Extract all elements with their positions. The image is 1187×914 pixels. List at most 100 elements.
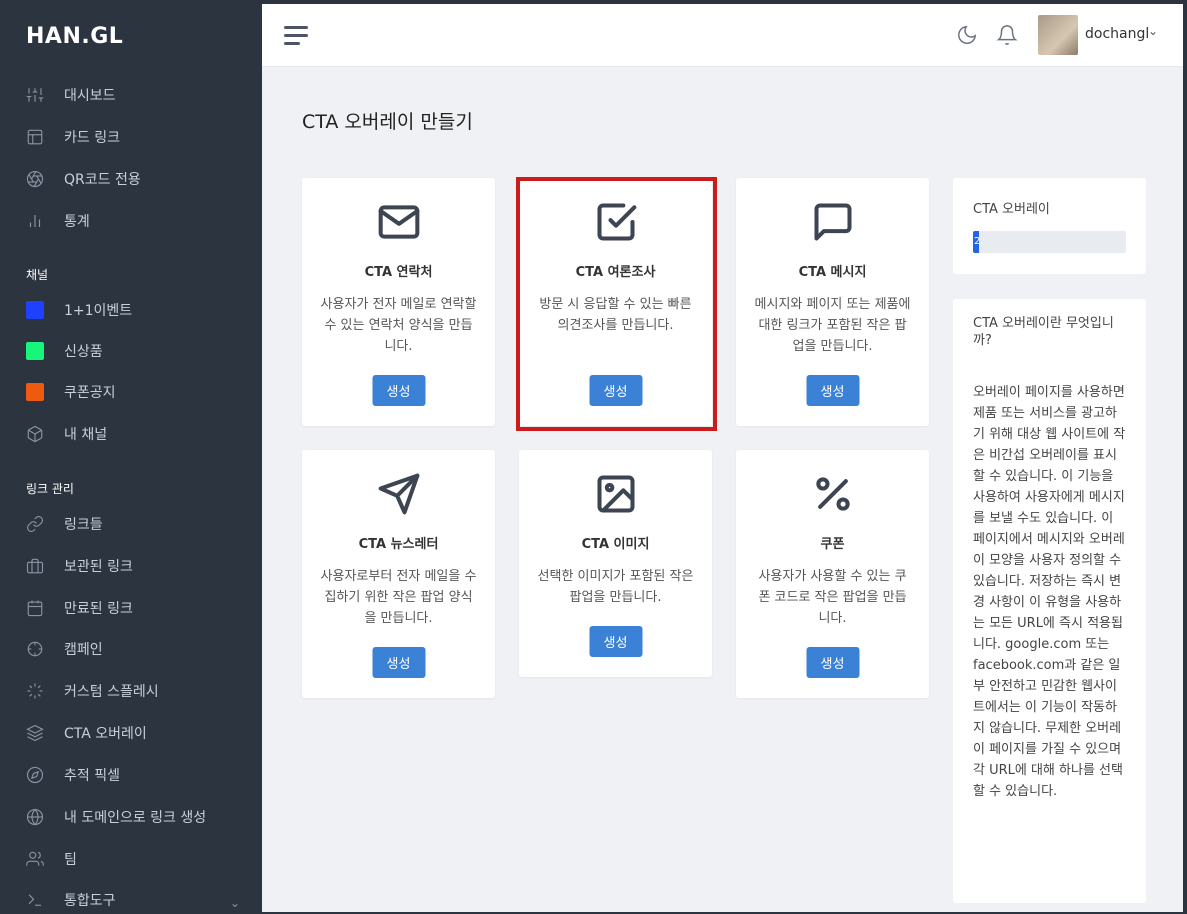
send-icon [377,472,421,516]
chevron-down-icon[interactable]: ⌄ [1148,24,1158,38]
sidebar-item-label: 보관된 링크 [64,559,133,575]
card-description: 선택한 이미지가 포함된 작은 팝업을 만듭니다. [537,569,694,605]
card-description: 메시지와 페이지 또는 제품에 대한 링크가 포함된 작은 팝업을 만듭니다. [754,297,911,354]
sidebar-item-label: 커스텀 스플레시 [64,684,159,700]
card-title: CTA 이미지 [581,537,650,552]
sidebar-item-my-channel[interactable]: 내 채널 [26,418,107,450]
archive-icon [26,557,54,575]
sidebar-item-label: 내 채널 [64,427,108,443]
sidebar-item-label: 쿠폰공지 [64,385,116,401]
info-card: CTA 오버레이란 무엇입니까? 오버레이 페이지를 사용하면 제품 또는 서비… [953,299,1146,903]
sidebar-item-integrations[interactable]: 통합도구 [26,884,116,914]
card-description: 사용자가 사용할 수 있는 쿠폰 코드로 작은 팝업을 만듭니다. [758,569,907,626]
sidebar: HAN.GL 대시보드 카드 링크 QR코드 전용 통계 채널 1+1이벤트 신… [0,0,262,914]
username[interactable]: dochangl [1085,26,1149,42]
sidebar-item-label: 내 도메인으로 링크 생성 [64,810,207,826]
sidebar-item-label: 만료된 링크 [64,601,133,617]
sidebar-item-custom-domain[interactable]: 내 도메인으로 링크 생성 [26,801,206,833]
usage-label: CTA 오버레이 [973,202,1050,217]
card-cta-contact: CTA 연락처 사용자가 전자 메일로 연락할 수 있는 연락처 양식을 만듭니… [302,178,495,426]
page-title: CTA 오버레이 만들기 [302,111,473,133]
percent-icon [811,472,855,516]
info-body: 오버레이 페이지를 사용하면 제품 또는 서비스를 광고하기 위해 대상 웹 사… [973,385,1126,799]
card-cta-poll: CTA 여론조사 방문 시 응답할 수 있는 빠른 의견조사를 만듭니다. 생성 [519,178,712,426]
layers-icon [26,724,54,742]
usage-card: CTA 오버레이 2 [953,178,1146,274]
compass-icon [26,766,54,784]
main-content: CTA 오버레이 만들기 CTA 연락처 사용자가 전자 메일로 연락할 수 있… [262,67,1183,912]
sidebar-item-label: 링크들 [64,517,103,533]
chevron-down-icon[interactable]: ⌄ [230,896,240,910]
layout-icon [26,128,54,146]
create-button[interactable]: 생성 [589,375,642,406]
card-cta-newsletter: CTA 뉴스레터 사용자로부터 전자 메일을 수집하기 위한 작은 팝업 양식을… [302,450,495,698]
terminal-icon [26,891,54,909]
card-description: 사용자가 전자 메일로 연락할 수 있는 연락처 양식을 만듭니다. [320,297,477,354]
menu-toggle-button[interactable] [284,26,308,46]
message-square-icon [811,200,855,244]
box-icon [26,425,54,443]
card-cta-image: CTA 이미지 선택한 이미지가 포함된 작은 팝업을 만듭니다. 생성 [519,450,712,677]
sidebar-channel-coupon[interactable]: 쿠폰공지 [26,376,116,408]
card-description: 사용자로부터 전자 메일을 수집하기 위한 작은 팝업 양식을 만듭니다. [320,569,477,626]
sidebar-item-card-link[interactable]: 카드 링크 [26,121,120,153]
sidebar-channel-event[interactable]: 1+1이벤트 [26,294,132,326]
card-coupon: 쿠폰 사용자가 사용할 수 있는 쿠폰 코드로 작은 팝업을 만듭니다. 생성 [736,450,929,698]
card-title: 쿠폰 [820,537,845,552]
crosshair-icon [26,640,54,658]
channel-color-swatch [26,383,44,401]
moon-icon[interactable] [956,24,978,46]
card-title: CTA 뉴스레터 [358,537,439,552]
bell-icon[interactable] [996,24,1018,46]
usage-progress-bar: 2 [973,231,1126,253]
logo[interactable]: HAN.GL [26,24,123,49]
sidebar-item-archived[interactable]: 보관된 링크 [26,550,133,582]
avatar[interactable] [1038,15,1078,55]
sidebar-item-qrcode[interactable]: QR코드 전용 [26,163,141,195]
sliders-icon [26,86,54,104]
sidebar-item-expired[interactable]: 만료된 링크 [26,592,133,624]
mail-icon [377,200,421,244]
card-description: 방문 시 응답할 수 있는 빠른 의견조사를 만듭니다. [539,297,692,333]
sidebar-item-splash[interactable]: 커스텀 스플레시 [26,675,159,707]
sidebar-item-team[interactable]: 팀 [26,843,77,875]
sidebar-channel-new-product[interactable]: 신상품 [26,335,103,367]
loader-icon [26,682,54,700]
sidebar-item-links[interactable]: 링크들 [26,508,103,540]
info-title: CTA 오버레이란 무엇입니까? [973,316,1114,348]
sidebar-item-label: 카드 링크 [64,130,120,146]
sidebar-item-label: 통계 [64,214,90,230]
sidebar-item-dashboard[interactable]: 대시보드 [26,79,116,111]
check-square-icon [594,200,638,244]
aperture-icon [26,170,54,188]
section-label-channels: 채널 [26,268,49,282]
card-title: CTA 여론조사 [575,265,656,280]
usage-progress-fill: 2 [973,231,980,253]
users-icon [26,850,54,868]
sidebar-item-label: CTA 오버레이 [64,726,147,742]
create-button[interactable]: 생성 [589,626,642,657]
image-icon [594,472,638,516]
sidebar-item-stats[interactable]: 통계 [26,205,90,237]
sidebar-item-label: 대시보드 [64,88,116,104]
sidebar-item-pixels[interactable]: 추적 픽셀 [26,759,120,791]
sidebar-item-label: 팀 [64,852,77,868]
create-button[interactable]: 생성 [372,647,425,678]
section-label-links: 링크 관리 [26,482,74,496]
create-button[interactable]: 생성 [806,375,859,406]
bar-chart-icon [26,212,54,230]
sidebar-item-label: QR코드 전용 [64,172,141,188]
create-button[interactable]: 생성 [806,647,859,678]
create-button[interactable]: 생성 [372,375,425,406]
card-title: CTA 메시지 [798,265,867,280]
sidebar-item-label: 1+1이벤트 [64,303,133,319]
sidebar-item-cta-overlay[interactable]: CTA 오버레이 [26,717,147,749]
link-icon [26,515,54,533]
sidebar-item-label: 추적 픽셀 [64,768,120,784]
sidebar-item-label: 통합도구 [64,893,116,909]
calendar-icon [26,599,54,617]
sidebar-item-label: 캠페인 [64,642,103,658]
globe-icon [26,808,54,826]
channel-color-swatch [26,342,44,360]
sidebar-item-campaign[interactable]: 캠페인 [26,633,103,665]
